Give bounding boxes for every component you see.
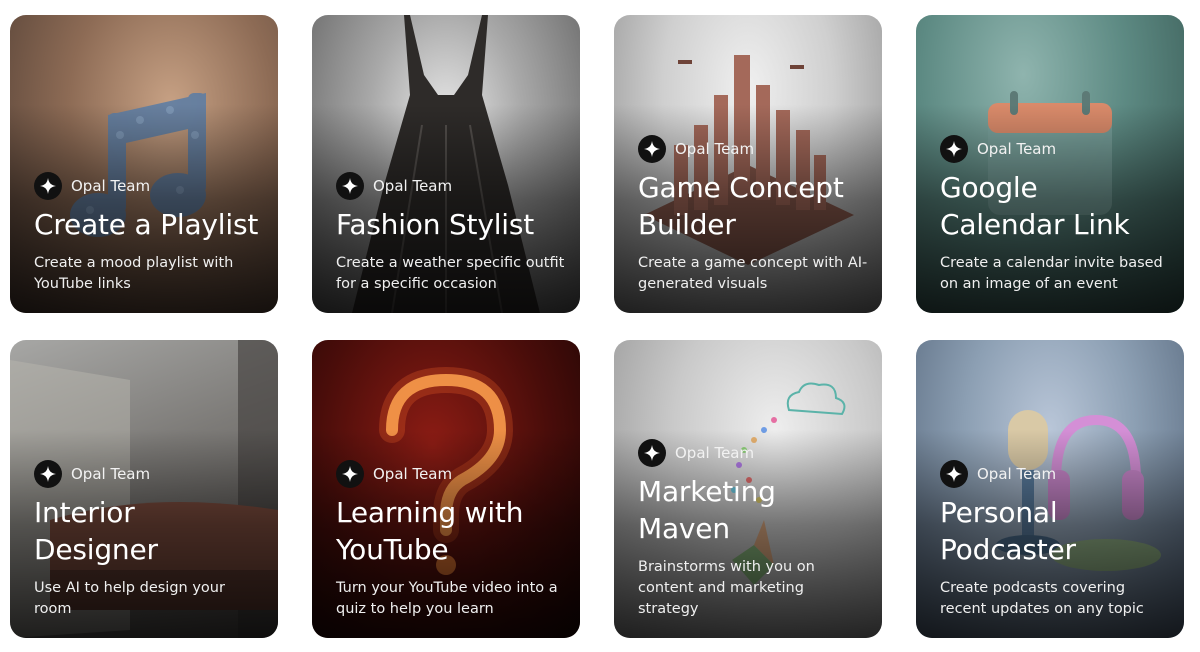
sparkle-icon (940, 135, 968, 163)
author-name: Opal Team (675, 140, 755, 158)
card-content: Opal Team Game Concept Builder Create a … (638, 135, 868, 295)
sparkle-icon (638, 439, 666, 467)
sparkle-icon (34, 172, 62, 200)
card-title: Fashion Stylist (336, 208, 535, 241)
author: Opal Team (336, 460, 566, 488)
card-content: Opal Team Personal Podcaster Create podc… (940, 460, 1170, 620)
author-name: Opal Team (71, 465, 151, 483)
card-content: Opal Team Interior Designer Use AI to he… (34, 460, 264, 620)
card-title: Create a Playlist (34, 208, 259, 241)
card-description: Create a calendar invite based on an ima… (940, 255, 1163, 292)
card-title: Interior Designer (34, 496, 158, 566)
card-personal-podcaster[interactable]: Opal Team Personal Podcaster Create podc… (916, 340, 1184, 638)
card-google-calendar-link[interactable]: Opal Team Google Calendar Link Create a … (916, 15, 1184, 313)
card-learning-with-youtube[interactable]: Opal Team Learning with YouTube Turn you… (312, 340, 580, 638)
card-content: Opal Team Google Calendar Link Create a … (940, 135, 1170, 295)
card-marketing-maven[interactable]: Opal Team Marketing Maven Brainstorms wi… (614, 340, 882, 638)
sparkle-icon (336, 460, 364, 488)
card-description: Create a weather specific outfit for a s… (336, 255, 565, 292)
author-name: Opal Team (373, 465, 453, 483)
card-create-a-playlist[interactable]: Opal Team Create a Playlist Create a moo… (10, 15, 278, 313)
card-content: Opal Team Create a Playlist Create a moo… (34, 172, 264, 295)
sparkle-icon (336, 172, 364, 200)
sparkle-icon (940, 460, 968, 488)
card-description: Turn your YouTube video into a quiz to h… (336, 580, 558, 617)
author-name: Opal Team (675, 444, 755, 462)
card-description: Use AI to help design your room (34, 580, 225, 617)
author: Opal Team (940, 460, 1170, 488)
author: Opal Team (34, 460, 264, 488)
card-game-concept-builder[interactable]: Opal Team Game Concept Builder Create a … (614, 15, 882, 313)
author-name: Opal Team (977, 465, 1057, 483)
author-name: Opal Team (71, 177, 151, 195)
card-content: Opal Team Learning with YouTube Turn you… (336, 460, 566, 620)
author: Opal Team (34, 172, 264, 200)
author: Opal Team (638, 135, 868, 163)
card-content: Opal Team Fashion Stylist Create a weath… (336, 172, 566, 295)
card-title: Game Concept Builder (638, 171, 844, 241)
card-interior-designer[interactable]: Opal Team Interior Designer Use AI to he… (10, 340, 278, 638)
author: Opal Team (940, 135, 1170, 163)
card-description: Create a game concept with AI-generated … (638, 255, 868, 292)
card-fashion-stylist[interactable]: Opal Team Fashion Stylist Create a weath… (312, 15, 580, 313)
card-content: Opal Team Marketing Maven Brainstorms wi… (638, 439, 868, 620)
sparkle-icon (638, 135, 666, 163)
author: Opal Team (336, 172, 566, 200)
card-title: Learning with YouTube (336, 496, 524, 566)
card-description: Create podcasts covering recent updates … (940, 580, 1144, 617)
card-description: Brainstorms with you on content and mark… (638, 559, 815, 617)
sparkle-icon (34, 460, 62, 488)
author: Opal Team (638, 439, 868, 467)
author-name: Opal Team (977, 140, 1057, 158)
card-title: Google Calendar Link (940, 171, 1130, 241)
author-name: Opal Team (373, 177, 453, 195)
card-title: Marketing Maven (638, 475, 776, 545)
card-title: Personal Podcaster (940, 496, 1076, 566)
card-description: Create a mood playlist with YouTube link… (34, 255, 234, 292)
